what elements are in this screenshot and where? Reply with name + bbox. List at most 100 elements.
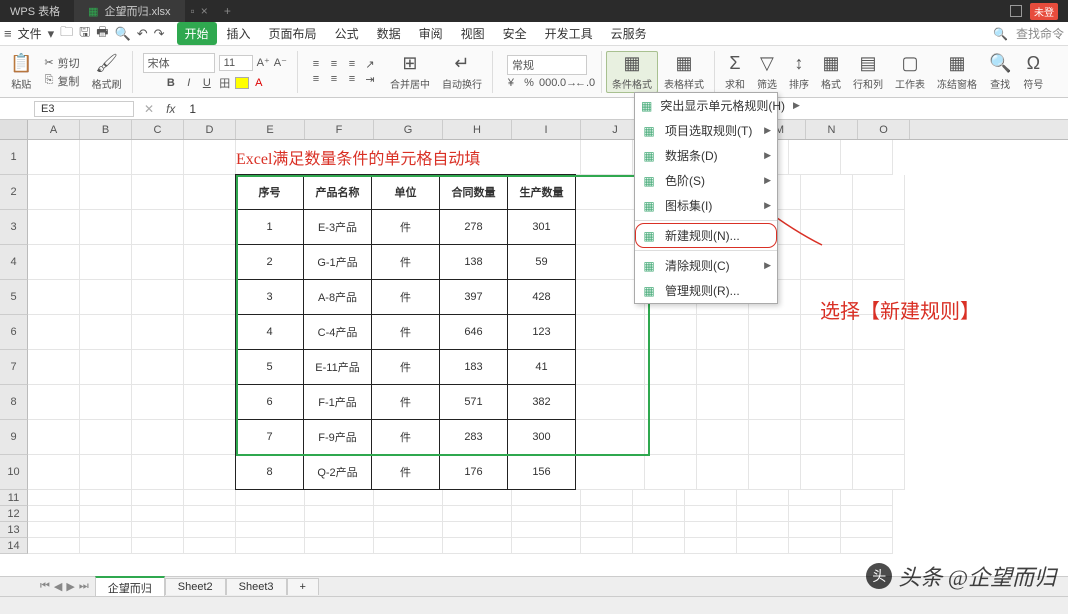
formula-input[interactable]: 1 <box>183 101 1068 117</box>
cell[interactable] <box>236 538 305 554</box>
cell[interactable] <box>737 538 789 554</box>
font-color-button[interactable]: A <box>251 77 267 89</box>
cell[interactable]: 382 <box>507 384 576 420</box>
cell[interactable]: E-3产品 <box>303 209 372 245</box>
sheet-first-icon[interactable]: ⏮ <box>40 580 50 593</box>
numfmt-select[interactable]: 常规 <box>507 55 587 75</box>
cell[interactable] <box>645 455 697 490</box>
sheet-add[interactable]: + <box>287 578 319 595</box>
cell[interactable] <box>841 490 893 506</box>
comma-icon[interactable]: 000 <box>539 77 555 89</box>
align-bot-icon[interactable]: ≡ <box>344 58 360 70</box>
row-header[interactable]: 8 <box>0 385 28 420</box>
cell[interactable] <box>685 490 737 506</box>
cell[interactable] <box>789 140 841 175</box>
cell[interactable] <box>132 280 184 315</box>
cell[interactable] <box>80 522 132 538</box>
sheet-tab-active[interactable]: 企望而归 <box>95 576 165 598</box>
search-icon[interactable]: 🔍 <box>993 27 1008 41</box>
tab-view[interactable]: 视图 <box>453 22 493 45</box>
row-header[interactable]: 3 <box>0 210 28 245</box>
cell[interactable] <box>749 420 801 455</box>
chevron-down-icon[interactable]: ▾ <box>48 26 55 42</box>
cell[interactable] <box>184 522 236 538</box>
filter-group[interactable]: ▽筛选 <box>751 51 783 93</box>
cell[interactable]: 571 <box>439 384 508 420</box>
cell[interactable]: 300 <box>507 419 576 455</box>
cell[interactable] <box>841 140 893 175</box>
cell[interactable] <box>581 140 633 175</box>
cell[interactable] <box>28 538 80 554</box>
cell[interactable] <box>853 350 905 385</box>
col-A[interactable]: A <box>28 120 80 139</box>
cell[interactable] <box>576 385 645 420</box>
col-C[interactable]: C <box>132 120 184 139</box>
cell[interactable] <box>512 490 581 506</box>
wrap-group[interactable]: ↵ 自动换行 <box>436 51 488 93</box>
tab-close-icon[interactable]: × <box>201 4 208 18</box>
cell[interactable] <box>737 506 789 522</box>
col-H[interactable]: H <box>443 120 512 139</box>
row-header[interactable]: 11 <box>0 490 28 506</box>
cell[interactable] <box>305 538 374 554</box>
tab-menu-icon[interactable]: ▫ <box>191 4 195 18</box>
row-header[interactable]: 10 <box>0 455 28 490</box>
cell[interactable] <box>80 210 132 245</box>
cell[interactable]: 件 <box>371 419 440 455</box>
cell[interactable]: 6 <box>235 384 304 420</box>
cell[interactable] <box>685 538 737 554</box>
cell[interactable] <box>132 538 184 554</box>
cell[interactable] <box>374 490 443 506</box>
cell[interactable] <box>28 140 80 175</box>
find-group[interactable]: 🔍查找 <box>983 51 1017 93</box>
cell[interactable] <box>853 175 905 210</box>
menu-icon[interactable]: ≡ <box>4 26 12 41</box>
cell[interactable] <box>685 506 737 522</box>
font-inc-icon[interactable]: A⁺ <box>257 56 270 69</box>
cell[interactable]: E-11产品 <box>303 349 372 385</box>
cell[interactable] <box>184 175 236 210</box>
cell[interactable] <box>697 350 749 385</box>
col-E[interactable]: E <box>236 120 305 139</box>
cell[interactable] <box>80 245 132 280</box>
cell[interactable] <box>789 490 841 506</box>
cell[interactable] <box>236 522 305 538</box>
border-button[interactable]: 田 <box>217 75 233 91</box>
cell[interactable] <box>576 420 645 455</box>
save-icon[interactable]: 🖫 <box>79 23 90 45</box>
cell[interactable]: 序号 <box>235 174 304 210</box>
col-G[interactable]: G <box>374 120 443 139</box>
cell[interactable] <box>443 506 512 522</box>
cell[interactable]: C-4产品 <box>303 314 372 350</box>
dd-item-2[interactable]: ▦数据条(D)▶ <box>635 143 777 168</box>
rowcol-group[interactable]: ▤行和列 <box>847 51 889 93</box>
cell[interactable] <box>28 350 80 385</box>
cell[interactable] <box>28 280 80 315</box>
cell[interactable]: 176 <box>439 454 508 490</box>
cell[interactable] <box>132 245 184 280</box>
cell[interactable] <box>132 385 184 420</box>
cell[interactable] <box>581 522 633 538</box>
cell[interactable]: 301 <box>507 209 576 245</box>
tab-formula[interactable]: 公式 <box>327 22 367 45</box>
cell[interactable]: F-9产品 <box>303 419 372 455</box>
cell[interactable]: 123 <box>507 314 576 350</box>
italic-button[interactable]: I <box>181 77 197 89</box>
cell[interactable] <box>512 538 581 554</box>
cell[interactable] <box>184 506 236 522</box>
cell[interactable]: 41 <box>507 349 576 385</box>
cell[interactable] <box>443 538 512 554</box>
row-header[interactable]: 7 <box>0 350 28 385</box>
cell[interactable]: 2 <box>235 244 304 280</box>
cell[interactable] <box>28 455 80 490</box>
cell[interactable] <box>184 315 236 350</box>
cell[interactable] <box>80 538 132 554</box>
paste-group[interactable]: 📋 粘贴 <box>4 51 38 93</box>
cell[interactable]: 3 <box>235 279 304 315</box>
dd-item-6[interactable]: ▦清除规则(C)▶ <box>635 253 777 278</box>
cell[interactable] <box>132 522 184 538</box>
cell[interactable] <box>374 522 443 538</box>
size-select[interactable]: 11 <box>219 55 253 71</box>
align-left-icon[interactable]: ≡ <box>308 73 324 85</box>
tab-start[interactable]: 开始 <box>177 22 217 45</box>
